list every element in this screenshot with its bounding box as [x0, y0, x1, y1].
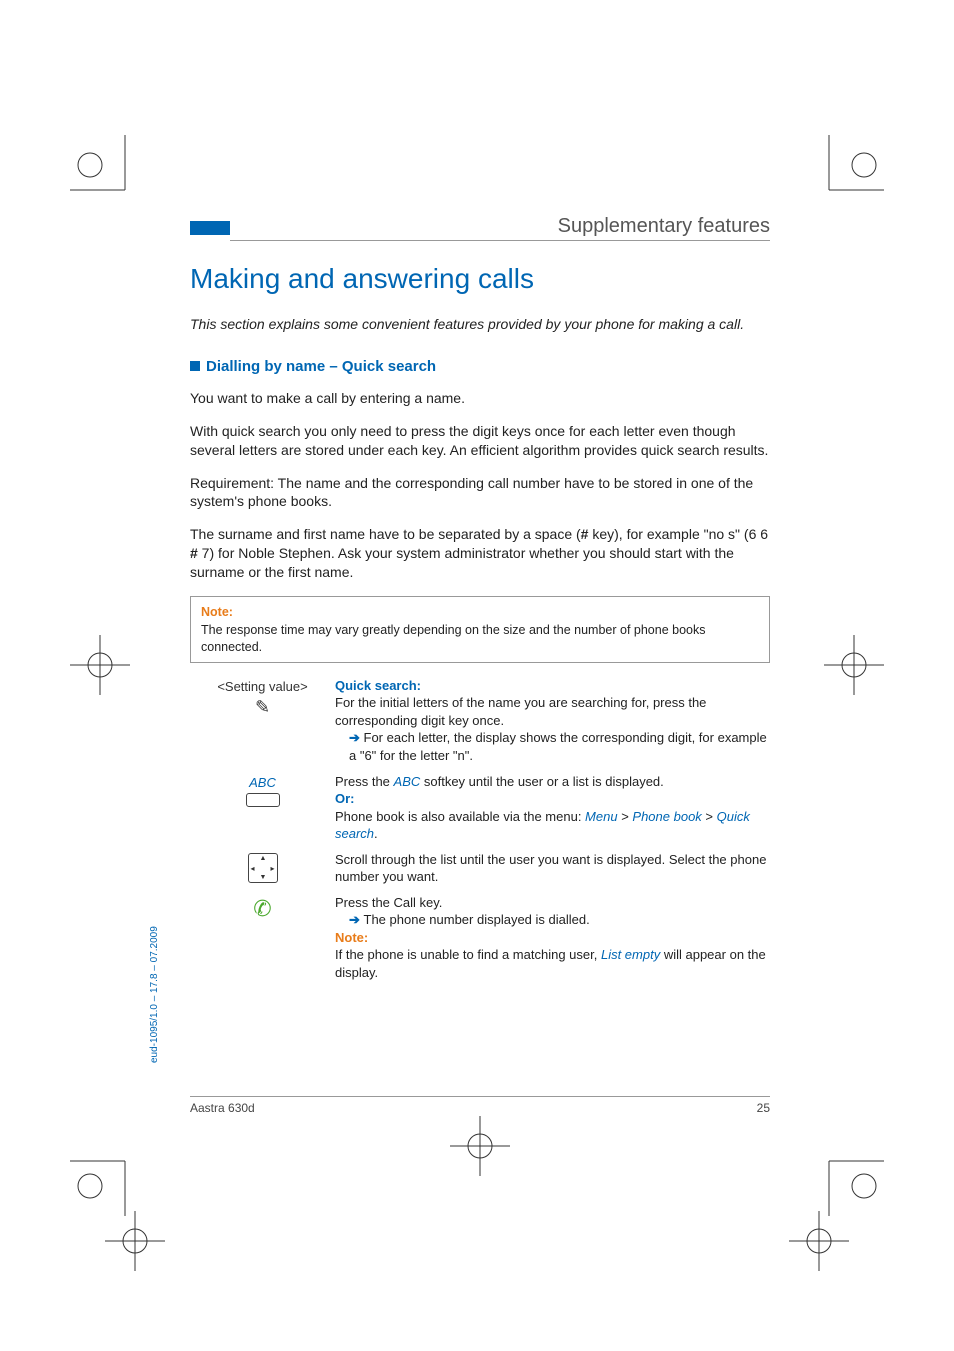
page-title: Making and answering calls [190, 263, 770, 295]
section-title: Supplementary features [230, 215, 770, 241]
page-header: Supplementary features [190, 215, 770, 241]
intro-text: This section explains some convenient fe… [190, 315, 770, 334]
registration-mark-icon [105, 1211, 165, 1271]
crop-mark-icon [70, 1126, 160, 1216]
step-text: For each letter, the display shows the c… [349, 730, 767, 763]
instruction-step: ABC Press the ABC softkey until the user… [190, 773, 770, 843]
list-empty-ref: List empty [601, 947, 660, 962]
arrow-icon: ➔ [349, 730, 364, 745]
registration-mark-icon [70, 635, 130, 695]
or-label: Or: [335, 791, 355, 806]
call-key-icon: ✆ [253, 896, 271, 922]
crop-mark-icon [70, 135, 160, 225]
pen-icon: ✎ [255, 697, 270, 718]
paragraph: You want to make a call by entering a na… [190, 389, 770, 408]
paragraph: With quick search you only need to press… [190, 422, 770, 460]
menu-path: Menu [585, 809, 618, 824]
softkey-icon [246, 793, 280, 807]
crop-mark-icon [794, 1126, 884, 1216]
page-number: 25 [757, 1101, 770, 1115]
document-id: eud-1095/1.0 – 17.8 – 07.2009 [149, 926, 160, 1063]
note-label: Note: [335, 930, 368, 945]
abc-softkey-ref: ABC [394, 774, 421, 789]
setting-value-label: <Setting value> [217, 679, 307, 694]
registration-mark-icon [789, 1211, 849, 1271]
registration-mark-icon [824, 635, 884, 695]
crop-mark-icon [794, 135, 884, 225]
menu-path: Phone book [632, 809, 701, 824]
step-text: The phone number displayed is dialled. [364, 912, 590, 927]
paragraph: Requirement: The name and the correspond… [190, 474, 770, 512]
arrow-icon: ➔ [349, 912, 364, 927]
subheading-text: Dialling by name – Quick search [206, 358, 436, 375]
bullet-icon [190, 361, 200, 371]
instruction-step: <Setting value> ✎ Quick search: For the … [190, 677, 770, 765]
product-model: Aastra 630d [190, 1101, 255, 1115]
registration-mark-icon [450, 1116, 510, 1176]
header-bar-icon [190, 221, 230, 235]
navigation-key-icon: ◂▸ [248, 853, 278, 883]
note-text: The response time may vary greatly depen… [201, 623, 705, 653]
instruction-step: ◂▸ Scroll through the list until the use… [190, 851, 770, 886]
note-box: Note: The response time may vary greatly… [190, 596, 770, 663]
note-label: Note: [201, 604, 759, 620]
abc-softkey-label: ABC [190, 775, 335, 790]
step-text: Scroll through the list until the user y… [335, 852, 766, 885]
paragraph: The surname and first name have to be se… [190, 525, 770, 582]
instruction-step: ✆ Press the Call key. ➔ The phone number… [190, 894, 770, 982]
step-heading: Quick search: [335, 678, 421, 693]
step-text: For the initial letters of the name you … [335, 695, 706, 728]
subheading: Dialling by name – Quick search [190, 358, 770, 375]
page-footer: Aastra 630d 25 [190, 1096, 770, 1115]
step-text: Press the Call key. [335, 895, 442, 910]
